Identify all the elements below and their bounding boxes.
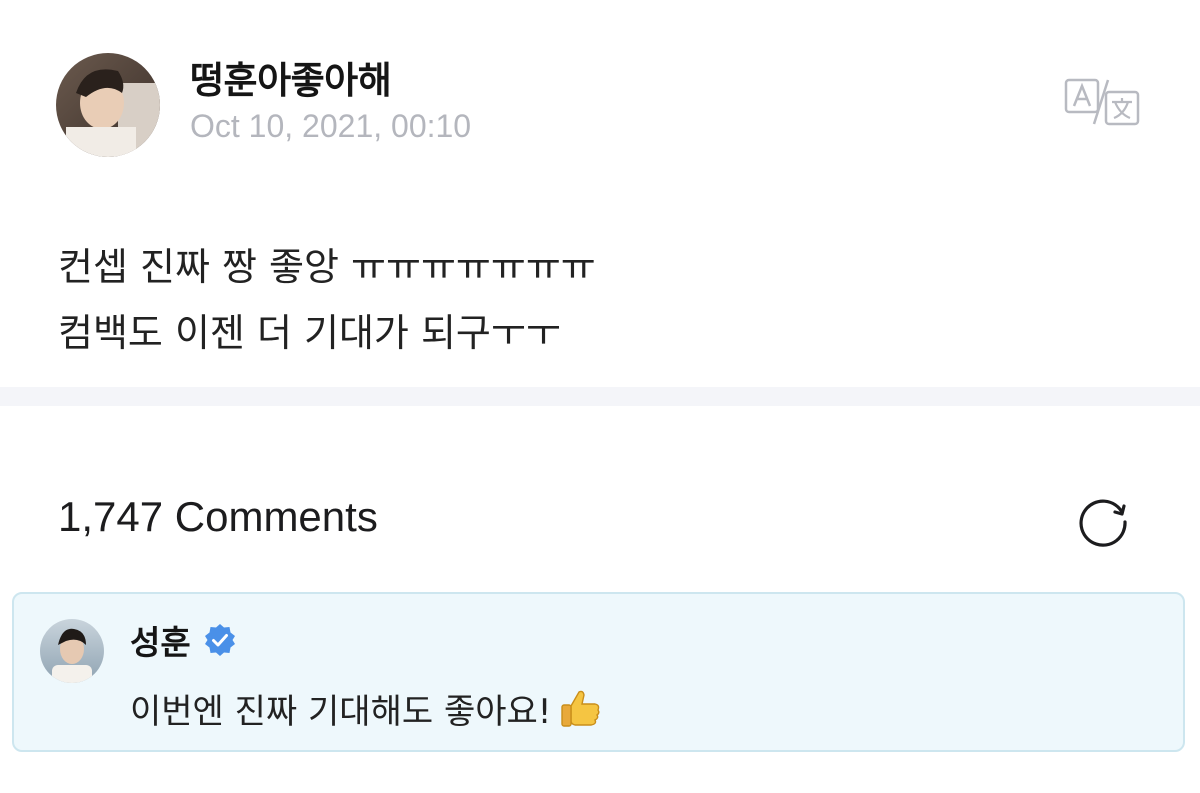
post-page: 떵훈아좋아해 Oct 10, 2021, 00:10 컨셉 진짜 짱 좋앙 ㅠㅠ… [0,0,1200,793]
avatar-photo-icon [56,53,160,157]
refresh-button[interactable] [1074,490,1132,548]
pinned-comment[interactable]: 성훈 이번엔 진짜 기대해도 좋아요! [12,592,1185,752]
comments-count: 1,747 Comments [58,493,378,540]
author-avatar[interactable] [56,53,160,157]
author-name[interactable]: 떵훈아좋아해 [190,50,392,104]
translate-icon [1064,78,1140,126]
post-body: 컨셉 진짜 짱 좋앙 ㅠㅠㅠㅠㅠㅠㅠ 컴백도 이젠 더 기대가 되구ㅜㅜ [58,234,1158,366]
commenter-header: 성훈 [130,616,237,664]
post-text-line: 컨셉 진짜 짱 좋앙 ㅠㅠㅠㅠㅠㅠㅠ [58,245,596,289]
post-text-line: 컴백도 이젠 더 기대가 되구ㅜㅜ [58,311,561,355]
verified-badge-icon [204,624,235,656]
section-divider [0,387,1200,406]
thumbs-up-icon [561,690,600,727]
commenter-name[interactable]: 성훈 [130,616,191,664]
refresh-icon [1079,499,1127,547]
post-timestamp: Oct 10, 2021, 00:10 [190,108,472,144]
translate-button[interactable] [1064,76,1142,128]
comment-text: 이번엔 진짜 기대해도 좋아요! [130,684,603,733]
comment-text-content: 이번엔 진짜 기대해도 좋아요! [130,692,552,732]
avatar-photo-icon [40,619,104,683]
commenter-avatar[interactable] [40,619,104,683]
